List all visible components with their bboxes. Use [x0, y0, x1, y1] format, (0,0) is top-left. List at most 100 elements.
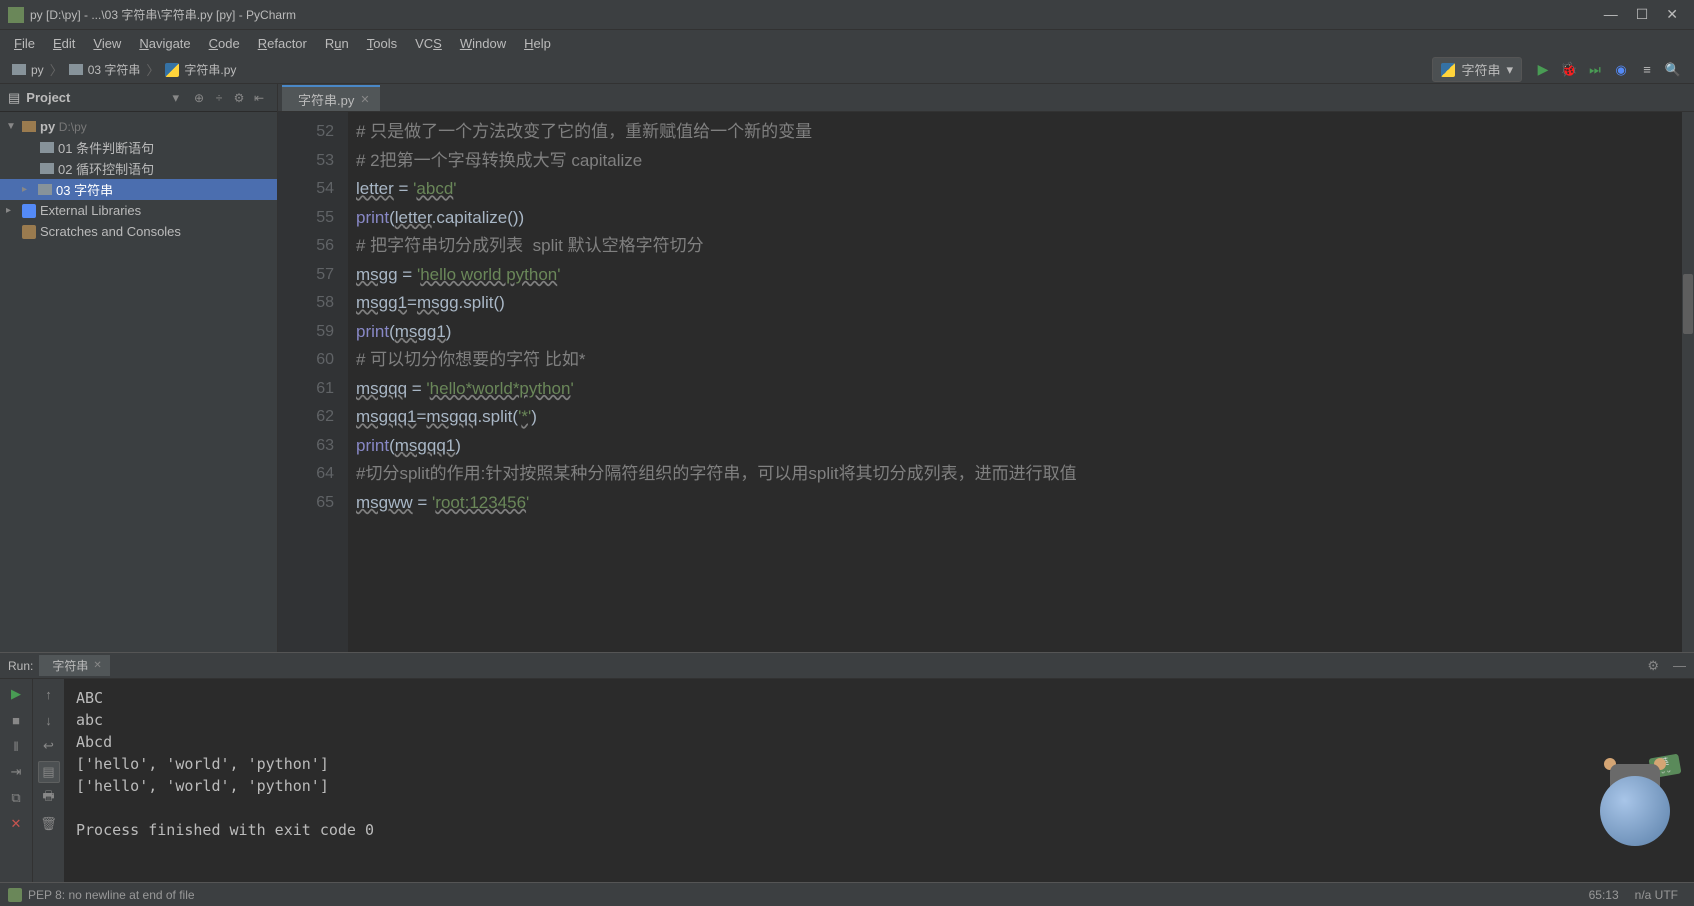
- arrow-right-icon: ▸: [6, 205, 18, 216]
- tree-scratches[interactable]: Scratches and Consoles: [0, 221, 277, 242]
- crumb-folder[interactable]: 03 字符串: [65, 61, 145, 78]
- close-tab-button[interactable]: ✕: [360, 93, 369, 106]
- menu-window[interactable]: Window: [452, 33, 514, 54]
- close-tab-button[interactable]: ✕: [93, 660, 101, 671]
- project-title: Project: [26, 90, 172, 105]
- menu-tools[interactable]: Tools: [359, 33, 405, 54]
- up-button[interactable]: ↑: [38, 683, 60, 705]
- tree-root-path: D:\py: [59, 120, 87, 134]
- statusbar: PEP 8: no newline at end of file 65:13 n…: [0, 882, 1694, 906]
- scroll-from-source-button[interactable]: ⊕: [189, 88, 209, 108]
- folder-icon: [40, 142, 54, 153]
- debug-button[interactable]: 🐞: [1558, 59, 1580, 81]
- project-header: ▤ Project ▾ ⊕ ÷ ⚙ ⇤: [0, 84, 277, 112]
- menu-edit[interactable]: Edit: [45, 33, 83, 54]
- search-button[interactable]: 🔍: [1662, 59, 1684, 81]
- print-button[interactable]: 🖶: [38, 787, 60, 809]
- window-title: py [D:\py] - ...\03 字符串\字符串.py [py] - Py…: [30, 6, 1604, 23]
- run-config-label: 字符串: [1461, 60, 1500, 79]
- menu-vcs[interactable]: VCS: [407, 33, 450, 54]
- structure-button[interactable]: ≡: [1636, 59, 1658, 81]
- scroll-to-end-button[interactable]: ▤: [38, 761, 60, 783]
- window-controls: — ☐ ✕: [1604, 6, 1678, 23]
- run-coverage-button[interactable]: ⏭: [1584, 59, 1606, 81]
- editor-tabs: 字符串.py ✕: [278, 84, 1694, 112]
- menu-help[interactable]: Help: [516, 33, 559, 54]
- project-tree: ▼ py D:\py 01 条件判断语句 02 循环控制语句 ▸ 03 字符串 …: [0, 112, 277, 246]
- crumb-root[interactable]: py: [8, 63, 48, 77]
- run-button[interactable]: ▶: [1532, 59, 1554, 81]
- encoding-indicator[interactable]: n/a UTF: [1627, 888, 1686, 902]
- console-output[interactable]: ABC abc Abcd ['hello', 'world', 'python'…: [64, 679, 1694, 882]
- tree-root[interactable]: ▼ py D:\py: [0, 116, 277, 137]
- editor-area: 字符串.py ✕ 5253545556575859606162636465 # …: [278, 84, 1694, 652]
- library-icon: [22, 204, 36, 218]
- down-button[interactable]: ↓: [38, 709, 60, 731]
- tree-item-3[interactable]: ▸ 03 字符串: [0, 179, 277, 200]
- menu-view[interactable]: View: [85, 33, 129, 54]
- code-content[interactable]: # 只是做了一个方法改变了它的值，重新赋值给一个新的变量# 2把第一个字母转换成…: [348, 112, 1694, 652]
- tree-item-label: Scratches and Consoles: [40, 224, 181, 239]
- arrow-right-icon: ▸: [22, 184, 34, 195]
- hide-button[interactable]: ⇤: [249, 88, 269, 108]
- run-tab-label: 字符串: [52, 657, 88, 674]
- folder-icon: [40, 163, 54, 174]
- stop-button[interactable]: ■: [5, 709, 27, 731]
- tree-item-1[interactable]: 01 条件判断语句: [0, 137, 277, 158]
- minimize-button[interactable]: —: [1604, 6, 1618, 23]
- run-sidebar-left: ▶ ■ ‖ ⇥ ⧉ ✕: [0, 679, 32, 882]
- crumb-root-label: py: [31, 63, 44, 77]
- run-settings-button[interactable]: ⚙: [1647, 658, 1659, 674]
- crumb-file[interactable]: 字符串.py: [161, 61, 240, 78]
- arrow-down-icon: ▼: [6, 121, 18, 132]
- maximize-button[interactable]: ☐: [1636, 6, 1649, 23]
- menu-file[interactable]: File: [6, 33, 43, 54]
- cursor-position[interactable]: 65:13: [1581, 888, 1627, 902]
- tree-item-label: 01 条件判断语句: [58, 138, 154, 157]
- scratches-icon: [22, 225, 36, 239]
- update-button[interactable]: ◉: [1610, 59, 1632, 81]
- tree-item-label: 03 字符串: [56, 180, 113, 199]
- mascot-body-icon: [1600, 776, 1670, 846]
- tree-external-libs[interactable]: ▸ External Libraries: [0, 200, 277, 221]
- run-body: ▶ ■ ‖ ⇥ ⧉ ✕ ↑ ↓ ↩ ▤ 🖶 🗑 ABC abc Abcd ['h…: [0, 679, 1694, 882]
- close-run-button[interactable]: ✕: [5, 813, 27, 835]
- line-gutter: 5253545556575859606162636465: [278, 112, 348, 652]
- menu-navigate[interactable]: Navigate: [131, 33, 198, 54]
- crumb-folder-label: 03 字符串: [88, 61, 141, 78]
- exit-button[interactable]: ⇥: [5, 761, 27, 783]
- run-tab[interactable]: 字符串 ✕: [39, 655, 109, 676]
- folder-icon: [38, 184, 52, 195]
- clear-button[interactable]: 🗑: [38, 813, 60, 835]
- dump-button[interactable]: ⧉: [5, 787, 27, 809]
- crumb-sep: 〉: [48, 60, 65, 79]
- editor-tab[interactable]: 字符串.py ✕: [282, 85, 380, 111]
- chevron-down-icon[interactable]: ▾: [172, 90, 179, 106]
- run-tool-window: Run: 字符串 ✕ ⚙ — ▶ ■ ‖ ⇥ ⧉ ✕ ↑ ↓ ↩ ▤ 🖶 🗑 A…: [0, 652, 1694, 882]
- editor-scrollbar[interactable]: [1682, 112, 1694, 652]
- status-hint: PEP 8: no newline at end of file: [28, 888, 195, 902]
- project-panel: ▤ Project ▾ ⊕ ÷ ⚙ ⇤ ▼ py D:\py 01 条件判断语句…: [0, 84, 278, 652]
- expand-all-button[interactable]: ÷: [209, 88, 229, 108]
- settings-button[interactable]: ⚙: [229, 88, 249, 108]
- status-icon: [8, 888, 22, 902]
- wrap-button[interactable]: ↩: [38, 735, 60, 757]
- tree-item-2[interactable]: 02 循环控制语句: [0, 158, 277, 179]
- code-editor[interactable]: 5253545556575859606162636465 # 只是做了一个方法改…: [278, 112, 1694, 652]
- folder-icon: [69, 64, 83, 75]
- menu-refactor[interactable]: Refactor: [250, 33, 315, 54]
- menu-code[interactable]: Code: [201, 33, 248, 54]
- crumb-file-label: 字符串.py: [184, 61, 236, 78]
- run-config-selector[interactable]: 字符串 ▾: [1432, 57, 1522, 82]
- menu-run[interactable]: Run: [317, 33, 357, 54]
- run-hide-button[interactable]: —: [1673, 658, 1686, 673]
- chevron-down-icon: ▾: [1506, 62, 1513, 78]
- rerun-button[interactable]: ▶: [5, 683, 27, 705]
- close-button[interactable]: ✕: [1666, 6, 1678, 23]
- main-area: ▤ Project ▾ ⊕ ÷ ⚙ ⇤ ▼ py D:\py 01 条件判断语句…: [0, 84, 1694, 652]
- scrollbar-thumb[interactable]: [1683, 274, 1693, 334]
- run-sidebar-right: ↑ ↓ ↩ ▤ 🖶 🗑: [32, 679, 64, 882]
- project-icon: ▤: [8, 90, 20, 106]
- pause-button[interactable]: ‖: [5, 735, 27, 757]
- menubar: File Edit View Navigate Code Refactor Ru…: [0, 30, 1694, 56]
